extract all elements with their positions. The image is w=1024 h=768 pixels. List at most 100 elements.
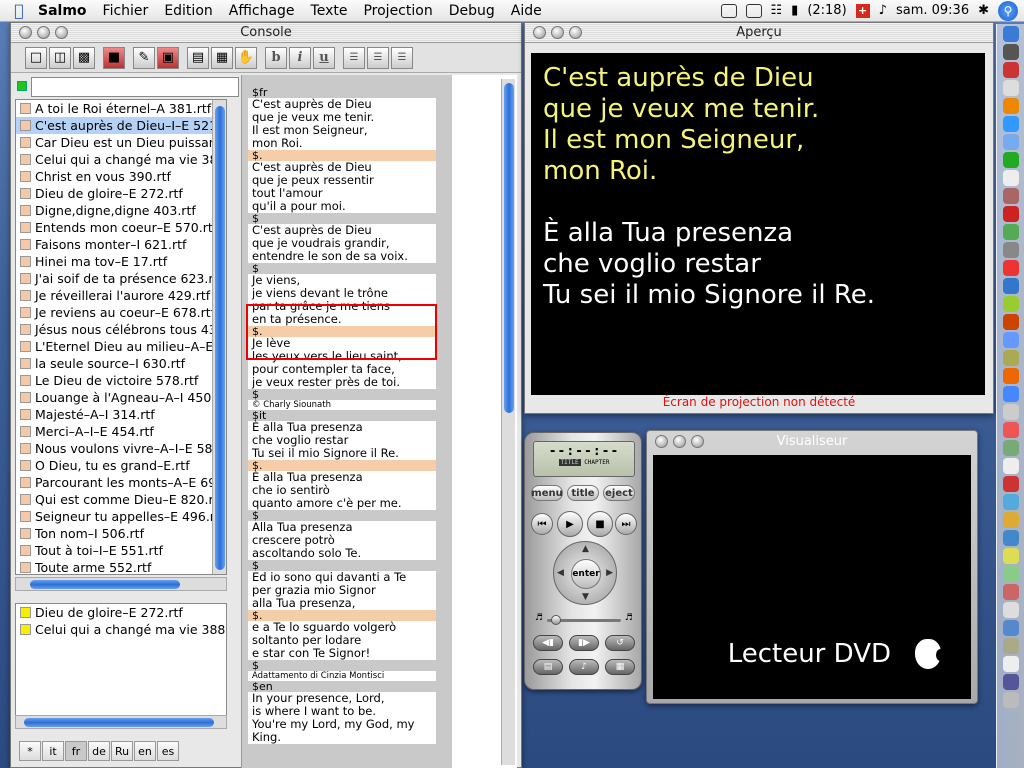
zoom-button[interactable]: [569, 26, 582, 39]
zoom-button[interactable]: [55, 26, 68, 39]
dock-app-icon[interactable]: [1002, 584, 1019, 600]
minimize-button[interactable]: [551, 26, 564, 39]
slide-text-block[interactable]: È alla Tua presenza che voglio restar Tu s…: [248, 421, 436, 460]
visualiseur-titlebar[interactable]: Visualiseur: [647, 431, 977, 451]
song-list-item[interactable]: Qui est comme Dieu–E 820.rtf: [16, 491, 226, 508]
italic-icon[interactable]: i: [289, 46, 311, 69]
dock-app-icon[interactable]: [1002, 422, 1019, 438]
song-text-editor[interactable]: $fr C'est auprès de Dieu que je veux me te…: [241, 75, 517, 768]
song-text[interactable]: $fr C'est auprès de Dieu que je veux me te…: [248, 87, 436, 744]
song-list-item[interactable]: Le Dieu de victoire 578.rtf: [16, 372, 226, 389]
bluetooth-icon[interactable]: ✱: [978, 3, 989, 18]
text-scrollbar[interactable]: [501, 79, 515, 765]
new-document-icon[interactable]: □: [25, 46, 47, 69]
dock-app-icon[interactable]: [1002, 404, 1019, 420]
close-button[interactable]: [655, 434, 668, 448]
edit-text-icon[interactable]: ✎: [133, 46, 155, 69]
song-list-item[interactable]: Je réveillerai l'aurore 429.rtf: [16, 287, 226, 304]
volume-slider[interactable]: ♬ ♬: [535, 613, 633, 625]
dock-app-icon[interactable]: [1002, 494, 1019, 510]
dock-app-icon[interactable]: [1002, 278, 1019, 294]
language-tab[interactable]: *: [19, 741, 41, 761]
dock-app-icon[interactable]: [1002, 314, 1019, 330]
song-list-item[interactable]: L'Eternel Dieu au milieu–A–E 5: [16, 338, 226, 355]
title-button[interactable]: title: [567, 485, 599, 501]
align-right-icon[interactable]: ☰: [391, 46, 413, 69]
save-icon[interactable]: ▩: [73, 46, 95, 69]
dock-app-icon[interactable]: [1002, 98, 1019, 114]
song-list-item[interactable]: Celui qui a changé ma vie 388.: [16, 151, 226, 168]
playlist-hscrollbar[interactable]: [15, 715, 227, 729]
dock-app-icon[interactable]: [1002, 152, 1019, 168]
playlist-item[interactable]: Dieu de gloire–E 272.rtf: [16, 604, 226, 621]
enter-button[interactable]: enter: [571, 559, 601, 589]
display-mirror-icon[interactable]: [720, 3, 737, 18]
input-flag-icon[interactable]: +: [855, 3, 870, 18]
slide-text-block[interactable]: e a Te lo sguardo volgerò soltanto per lo…: [248, 621, 436, 660]
song-list-item[interactable]: Entends mon coeur–E 570.rtf: [16, 219, 226, 236]
play-icon[interactable]: ▶: [557, 511, 583, 537]
menu-texte[interactable]: Texte: [303, 3, 356, 19]
language-tab[interactable]: Ru: [111, 741, 133, 761]
dock-app-icon[interactable]: [1002, 206, 1019, 222]
next-chapter-icon[interactable]: ▮▶: [569, 635, 599, 651]
song-list-item[interactable]: Majesté–A–I 314.rtf: [16, 406, 226, 423]
arrow-right-icon[interactable]: ▶: [606, 568, 613, 578]
song-list-item[interactable]: Digne,digne,digne 403.rtf: [16, 202, 226, 219]
dock-app-icon[interactable]: [1002, 458, 1019, 474]
document-icon[interactable]: ▤: [187, 46, 209, 69]
dock-app-icon[interactable]: [1002, 512, 1019, 528]
dock-app-icon[interactable]: [1002, 260, 1019, 276]
menu-edition[interactable]: Edition: [156, 3, 220, 19]
underline-icon[interactable]: u: [313, 46, 335, 69]
song-list-item[interactable]: Dieu de gloire–E 272.rtf: [16, 185, 226, 202]
rewind-icon[interactable]: ⏮: [531, 513, 553, 535]
slide-text-block[interactable]: C'est auprès de Dieu que je voudrais gran…: [248, 224, 436, 263]
prev-chapter-icon[interactable]: ◀▮: [533, 635, 563, 651]
menu-projection[interactable]: Projection: [355, 3, 440, 19]
song-list-item[interactable]: Jésus nous célébrons tous 434: [16, 321, 226, 338]
playlist-item[interactable]: Celui qui a changé ma vie 388.rtf: [16, 621, 226, 638]
playlist[interactable]: Dieu de gloire–E 272.rtf Celui qui a chan…: [15, 603, 227, 727]
song-list-item[interactable]: la seule source–I 630.rtf: [16, 355, 226, 372]
align-left-icon[interactable]: ☰: [343, 46, 365, 69]
menu-debug[interactable]: Debug: [441, 3, 503, 19]
apple-menu-icon[interactable]: : [8, 1, 30, 20]
dock-app-icon[interactable]: [1002, 350, 1019, 366]
song-list-hscrollbar[interactable]: [15, 577, 227, 591]
slide-text-block[interactable]: Ed io sono qui davanti a Te per grazia mi…: [248, 571, 436, 610]
language-tab[interactable]: it: [42, 741, 64, 761]
language-tab[interactable]: de: [88, 741, 110, 761]
song-list-item[interactable]: Car Dieu est un Dieu puissant–: [16, 134, 226, 151]
dock-app-icon[interactable]: [1002, 656, 1019, 672]
song-list-item[interactable]: Tout à toi–I–E 551.rtf: [16, 542, 226, 559]
language-tab[interactable]: es: [157, 741, 179, 761]
audio-icon[interactable]: ♪: [569, 659, 599, 675]
battery-icon[interactable]: ▮: [791, 3, 798, 18]
copy-document-icon[interactable]: ▦: [211, 46, 233, 69]
song-list-item[interactable]: J'ai soif de ta présence 623.rtf: [16, 270, 226, 287]
language-tab[interactable]: fr: [65, 741, 87, 761]
open-folder-icon[interactable]: ◫: [49, 46, 71, 69]
spotlight-icon[interactable]: ⚲: [998, 0, 1018, 21]
dock-app-icon[interactable]: [1002, 638, 1019, 654]
wifi-icon[interactable]: ☷: [771, 3, 783, 18]
minimize-button[interactable]: [673, 434, 686, 448]
dock-app-icon[interactable]: [1002, 530, 1019, 546]
language-tab[interactable]: en: [134, 741, 156, 761]
dock-app-icon[interactable]: [1002, 26, 1019, 42]
song-list-item[interactable]: Toute arme 552.rtf: [16, 559, 226, 574]
dock-app-icon[interactable]: [1002, 116, 1019, 132]
slide-text-block[interactable]: C'est auprès de Dieu que je peux ressenti…: [248, 161, 436, 213]
preview-icon[interactable]: ▣: [157, 46, 179, 69]
align-center-icon[interactable]: ☰: [367, 46, 389, 69]
dock-app-icon[interactable]: [1002, 332, 1019, 348]
song-list-item[interactable]: Louange à l'Agneau–A–I 450.rt: [16, 389, 226, 406]
dvd-viewer-screen[interactable]: Lecteur DVD: [653, 455, 971, 699]
menu-button[interactable]: menu: [531, 485, 563, 501]
eject-button[interactable]: eject: [603, 485, 635, 501]
dock-app-icon[interactable]: [1002, 296, 1019, 312]
arrow-up-icon[interactable]: ▲: [582, 544, 589, 554]
song-list-item[interactable]: Je reviens au coeur–E 678.rtf: [16, 304, 226, 321]
arrow-down-icon[interactable]: ▼: [582, 592, 589, 602]
